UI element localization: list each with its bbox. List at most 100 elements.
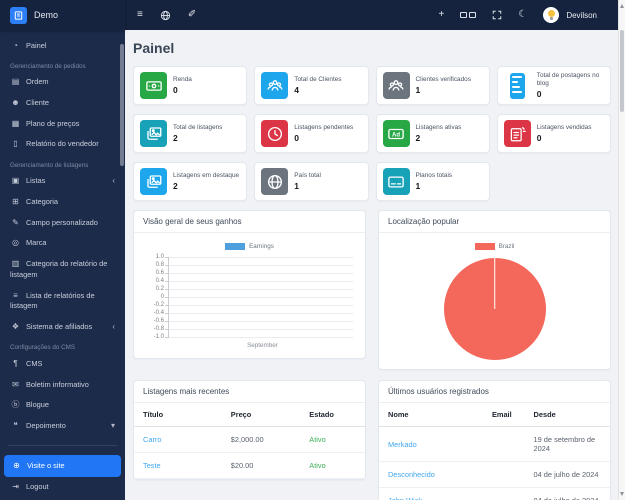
top-navbar: ≡ ✐ + ☾ Devilson [125,0,625,30]
stat-label: Total de postagens no blog [536,71,600,87]
sidebar-item-visite-o-site[interactable]: ⊕ Visite o site [4,455,121,477]
moon-icon[interactable]: ☾ [518,10,527,20]
users-icon: ☻ [11,97,20,107]
main-area: ≡ ✐ + ☾ Devilson Painel Renda 0 Total de… [125,0,625,500]
x-axis-label: September [247,342,278,349]
stat-card-planos-totais: Planos totais 1 [375,162,490,201]
globe-icon[interactable] [160,10,171,21]
sidebar-item-depoimento[interactable]: ▾ ❝ Depoimento [0,415,125,436]
stat-value: 2 [173,133,178,144]
user-name[interactable]: Devilson [566,11,597,20]
panel-title: Visão geral de seus ganhos [134,211,365,233]
brush-icon[interactable]: ✐ [188,10,196,20]
listing-price: $2,000.00 [221,426,301,453]
recent-listings-table: Título Preço Estado Carro $2,000.00 Ativ… [134,403,365,479]
sidebar-item-label: Campo personalizado [26,217,98,227]
sidebar-item-label: Sistema de afiliados [26,322,93,332]
sidebar-item-cliente[interactable]: ☻ Cliente [0,92,125,113]
page-scrollbar[interactable] [618,0,625,500]
pie-slice-brazil [443,258,546,360]
sold-listing-icon [503,120,531,147]
y-axis-labels: 1.0 0.8 0.6 0.4 0.2 0 -0.2 -0.4 -0.6 -0.8 -1.0 [153,254,164,340]
sidebar-item-plano-de-precos[interactable]: ▦ Plano de preços [0,113,125,134]
recent-listings-panel: Listagens mais recentes Título Preço Est… [133,380,366,480]
stat-card-renda: Renda 0 [133,66,248,105]
user-since: 04 de julho de 2024 [524,487,610,500]
fullscreen-icon[interactable] [492,10,502,20]
sidebar-item-cms[interactable]: ¶ CMS [0,353,125,374]
menu-icon[interactable]: ≡ [137,10,143,20]
sidebar-item-boletim[interactable]: ✉ Boletim informativo [0,374,125,395]
column-header: Preço [221,403,301,427]
app-window: Demo ◔ Painel Gerenciamento de pedidos ▤ O… [0,0,625,500]
sidebar-item-blogue[interactable]: ⓑ Blogue [0,395,125,416]
sidebar-item-label: Cliente [26,97,50,107]
sidebar-item-painel[interactable]: ◔ Painel [0,35,125,56]
table-row: Desconhecido 04 de julho de 2024 [379,461,610,488]
sidebar-item-campo-personalizado[interactable]: ✎ Campo personalizado [0,212,125,233]
stat-label: Total de Clientes [294,75,342,83]
globe-icon: ⊕ [13,461,20,471]
stat-card-listagens-destaque: Listagens em destaque 2 [133,162,248,201]
paragraph-icon: ¶ [13,358,18,368]
chart-gridlines [168,257,353,338]
sidebar-item-lista-relatorios[interactable]: ≡ Lista de relatórios de listagem [0,285,125,316]
table-row: Carro $2,000.00 Ativo [134,426,365,453]
page-scrollbar-thumb[interactable] [620,30,624,112]
page-content: Painel Renda 0 Total de Clientes 4 Clien… [125,30,625,500]
stat-value: 0 [173,85,178,96]
scroll-down-arrow-icon[interactable] [620,492,624,496]
stat-value: 2 [173,181,178,192]
stat-value: 4 [294,85,299,96]
bar-chart: 1.0 0.8 0.6 0.4 0.2 0 -0.2 -0.4 -0.6 -0.8 -1.0 Sep… [142,254,357,349]
column-header: Desde [524,403,610,427]
sidebar-section-listagens: Gerenciamento de listagens [10,161,89,169]
user-link[interactable]: Desconhecido [379,461,483,488]
listing-link[interactable]: Carro [134,426,222,453]
status-badge: Ativo [300,426,365,453]
plus-icon[interactable]: + [439,10,445,20]
sidebar-scrollbar-thumb[interactable] [120,44,124,166]
avatar[interactable] [543,7,560,23]
column-header: Estado [300,403,365,427]
edit-icon: ✎ [12,217,19,227]
sidebar-item-label: Categoria [26,196,59,206]
file-icon: ▯ [13,139,18,149]
users-icon [261,72,289,99]
sidebar-item-listas[interactable]: ‹ ▣ Listas [0,171,125,192]
table-row: Teste $20.00 Ativo [134,452,365,479]
cards-icon[interactable] [460,12,477,18]
sidebar-item-label: Categoria do relatório de listagem [10,259,108,279]
table-header-row: Nome Email Desde [379,403,610,427]
sidebar-item-sistema-afiliados[interactable]: ‹ ❖ Sistema de afiliados [0,317,125,338]
globe-icon [261,168,289,195]
sidebar-item-categoria-relatorio[interactable]: ▥ Categoria do relatório de listagem [0,254,125,285]
sidebar-item-marca[interactable]: ◎ Marca [0,233,125,254]
stat-card-clientes-verificados: Clientes verificados 1 [375,66,490,105]
recent-users-panel: Últimos usuários registrados Nome Email … [378,380,611,500]
sidebar-item-logout[interactable]: ⇥ Logout [0,477,125,498]
app-logo-icon [10,6,27,24]
images-icon [140,168,167,195]
column-header: Nome [379,403,483,427]
sidebar-item-relatorio-vendedor[interactable]: ▯ Relatório do vendedor [0,134,125,155]
stat-value: 2 [415,133,421,144]
user-email [482,487,525,500]
user-link[interactable]: Merkado [379,426,483,462]
stat-label: Listagens em destaque [173,171,240,179]
sidebar-item-ordem[interactable]: ▤ Ordem [0,72,125,93]
listing-link[interactable]: Teste [134,452,222,479]
list-alt-icon: ▥ [11,259,20,269]
badge-icon: ◎ [12,238,19,248]
sidebar-item-label: Listas [26,176,46,186]
scroll-up-arrow-icon[interactable] [620,4,624,8]
user-email [482,461,525,488]
table-row: John Wick 04 de julho de 2024 [379,487,610,500]
sidebar-item-categoria[interactable]: ⊞ Categoria [0,191,125,212]
brand[interactable]: Demo [0,0,125,30]
blogger-icon: ⓑ [11,400,20,410]
user-link[interactable]: John Wick [379,487,483,500]
page-title: Painel [133,40,175,56]
stat-card-total-clientes: Total de Clientes 4 [254,66,369,105]
chevron-left-icon: ‹ [112,322,115,332]
